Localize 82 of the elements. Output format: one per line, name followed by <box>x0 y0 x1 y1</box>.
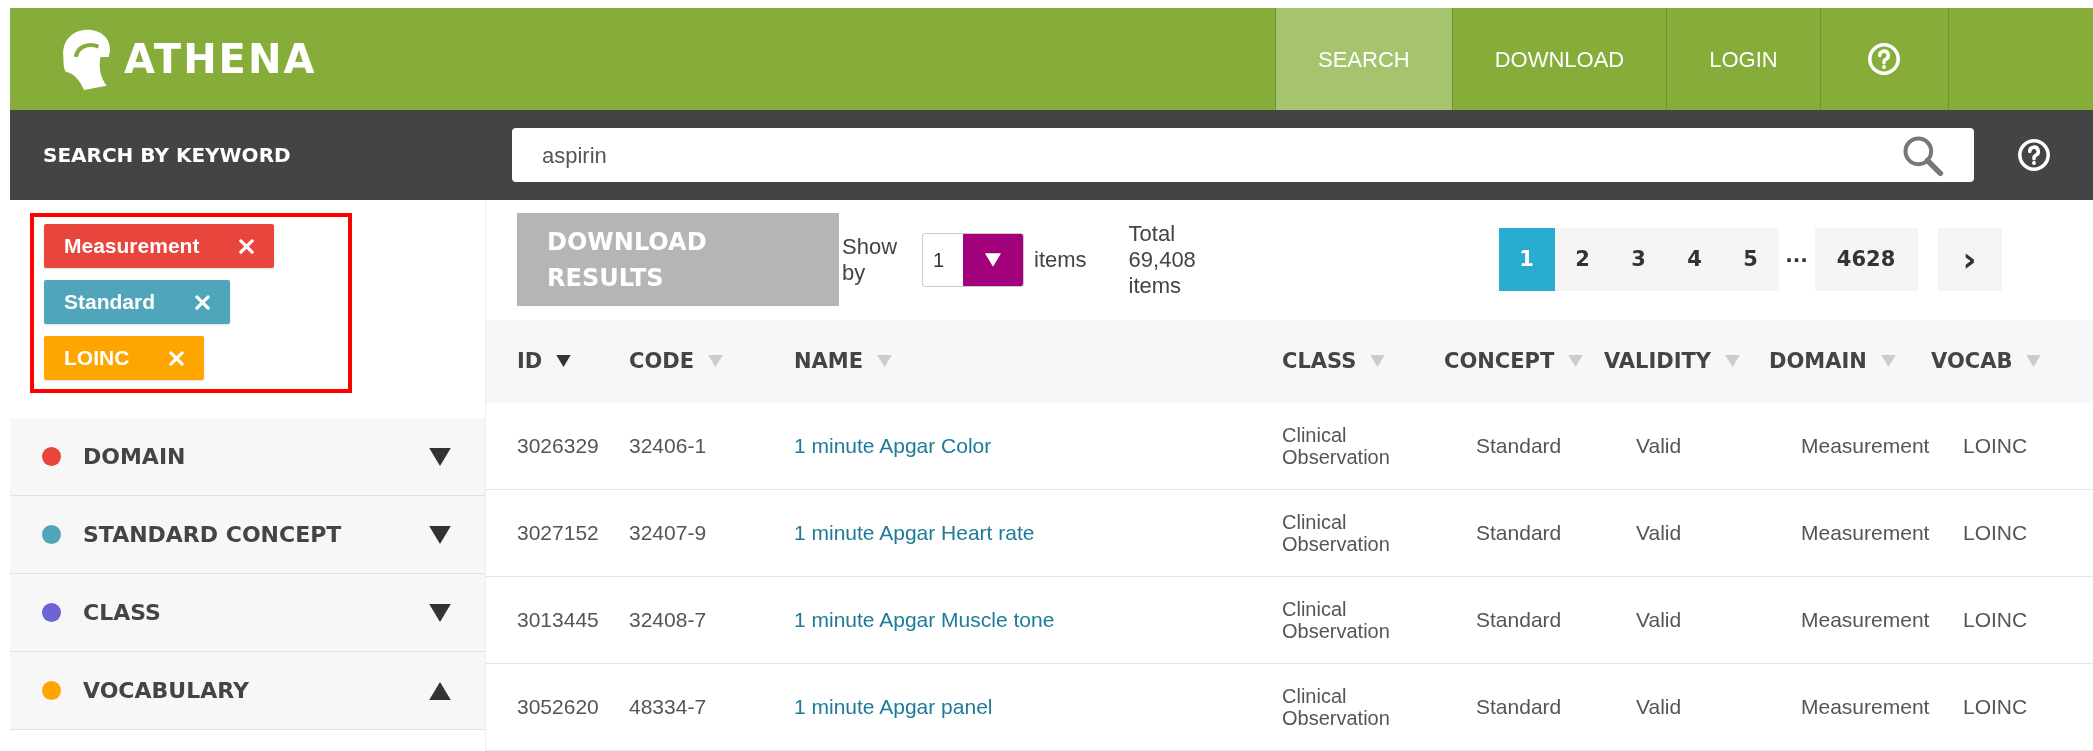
page-size-select[interactable]: 1 <box>922 232 1024 287</box>
table-cell-text: 32406-1 <box>629 433 708 460</box>
table-cell-text: LOINC <box>1963 433 2029 460</box>
sort-icon <box>877 355 893 368</box>
expand-icon <box>429 603 451 622</box>
table-cell-text: LOINC <box>1963 607 2029 634</box>
sort-icon <box>1370 355 1386 368</box>
ellipsis: ··· <box>1784 246 1809 274</box>
close-icon <box>239 238 255 254</box>
search-title: SEARCH BY KEYWORD <box>42 142 292 169</box>
table-cell-text: Valid <box>1636 520 1683 547</box>
concept-link[interactable]: 1 minute Apgar Muscle tone <box>794 604 1282 636</box>
total-count: Total 69,408 items <box>1128 220 1197 299</box>
table-cell-text: Standard <box>1476 433 1563 460</box>
table-cell-text: Clinical Observation <box>1282 511 1391 555</box>
table-cell-text: Measurement <box>1801 607 1931 634</box>
items-label: items <box>1034 246 1087 275</box>
concept-link[interactable]: 1 minute Apgar panel <box>794 691 1282 723</box>
column-header[interactable]: CONCEPT <box>1444 345 1604 378</box>
sort-icon <box>708 355 724 368</box>
filter-label: STANDARD CONCEPT <box>83 521 343 549</box>
search-field[interactable]: aspirin <box>512 128 1974 182</box>
column-header[interactable]: CODE <box>629 345 794 378</box>
sort-icon <box>1568 355 1584 368</box>
expand-icon <box>429 447 451 466</box>
column-header[interactable]: ID <box>517 345 629 378</box>
close-icon <box>195 294 210 310</box>
table-cell-text: 32408-7 <box>629 607 708 634</box>
table-cell-text: Measurement <box>1801 433 1931 460</box>
sort-icon <box>556 355 572 368</box>
table-cell-text: 3026329 <box>517 433 600 460</box>
collapse-icon <box>429 681 451 700</box>
table-cell-text: Measurement <box>1801 694 1931 721</box>
page-link[interactable]: 4 <box>1666 228 1723 292</box>
help-icon <box>2016 138 2051 172</box>
filter-chip[interactable]: Measurement <box>44 224 275 268</box>
table-cell-text: 48334-7 <box>629 694 708 721</box>
table-cell-text: Standard <box>1476 520 1563 547</box>
help-icon <box>1867 42 1902 76</box>
column-header[interactable]: NAME <box>794 345 1282 378</box>
table-cell-text: 3027152 <box>517 520 600 547</box>
table-cell-text: Standard <box>1476 694 1563 721</box>
table-cell-text: 3013445 <box>517 607 600 634</box>
filter-section[interactable]: VOCABULARY <box>10 652 485 730</box>
filter-label: VOCABULARY <box>83 677 250 705</box>
column-header[interactable]: VOCAB <box>1931 345 2061 378</box>
table-cell-text: 32407-9 <box>629 520 708 547</box>
filter-label: DOMAIN <box>83 443 187 471</box>
table-cell-text: Clinical Observation <box>1282 598 1391 642</box>
table-cell-text: Measurement <box>1801 520 1931 547</box>
concept-link[interactable]: 1 minute Apgar Color <box>794 430 1282 462</box>
column-header[interactable]: CLASS <box>1282 345 1444 378</box>
logo-text: ATHENA <box>124 35 317 84</box>
table-cell-text: Clinical Observation <box>1282 424 1391 468</box>
table-cell-text: 3052620 <box>517 694 600 721</box>
dropdown-icon <box>985 252 1001 267</box>
table-cell-text: Valid <box>1636 694 1683 721</box>
table-cell-text: Standard <box>1476 607 1563 634</box>
table-cell-text: LOINC <box>1963 520 2029 547</box>
page-link[interactable]: 3 <box>1610 228 1667 292</box>
expand-icon <box>429 525 451 544</box>
next-page-button[interactable]: › <box>1937 228 2002 292</box>
concept-link[interactable]: 1 minute Apgar Heart rate <box>794 517 1282 549</box>
sort-icon <box>1725 355 1741 368</box>
search-icon <box>1900 133 1944 177</box>
table-cell-text: Valid <box>1636 433 1683 460</box>
table-cell-text: LOINC <box>1963 694 2029 721</box>
sort-icon <box>2026 355 2042 368</box>
column-header[interactable]: VALIDITY <box>1604 345 1769 378</box>
filter-section[interactable]: DOMAIN <box>10 418 485 496</box>
page-link[interactable]: 5 <box>1722 228 1779 292</box>
show-by-label: Show by <box>842 233 899 286</box>
column-header[interactable]: DOMAIN <box>1769 345 1931 378</box>
filter-label: CLASS <box>83 599 162 627</box>
table-cell-text: Valid <box>1636 607 1683 634</box>
filter-section[interactable]: STANDARD CONCEPT <box>10 496 485 574</box>
close-icon <box>169 350 185 366</box>
filter-section[interactable]: CLASS <box>10 574 485 652</box>
page-link[interactable]: 2 <box>1554 228 1611 292</box>
table-cell-text: Clinical Observation <box>1282 685 1391 729</box>
sort-icon <box>1880 355 1896 368</box>
page-link[interactable]: 4628 <box>1814 228 1918 292</box>
